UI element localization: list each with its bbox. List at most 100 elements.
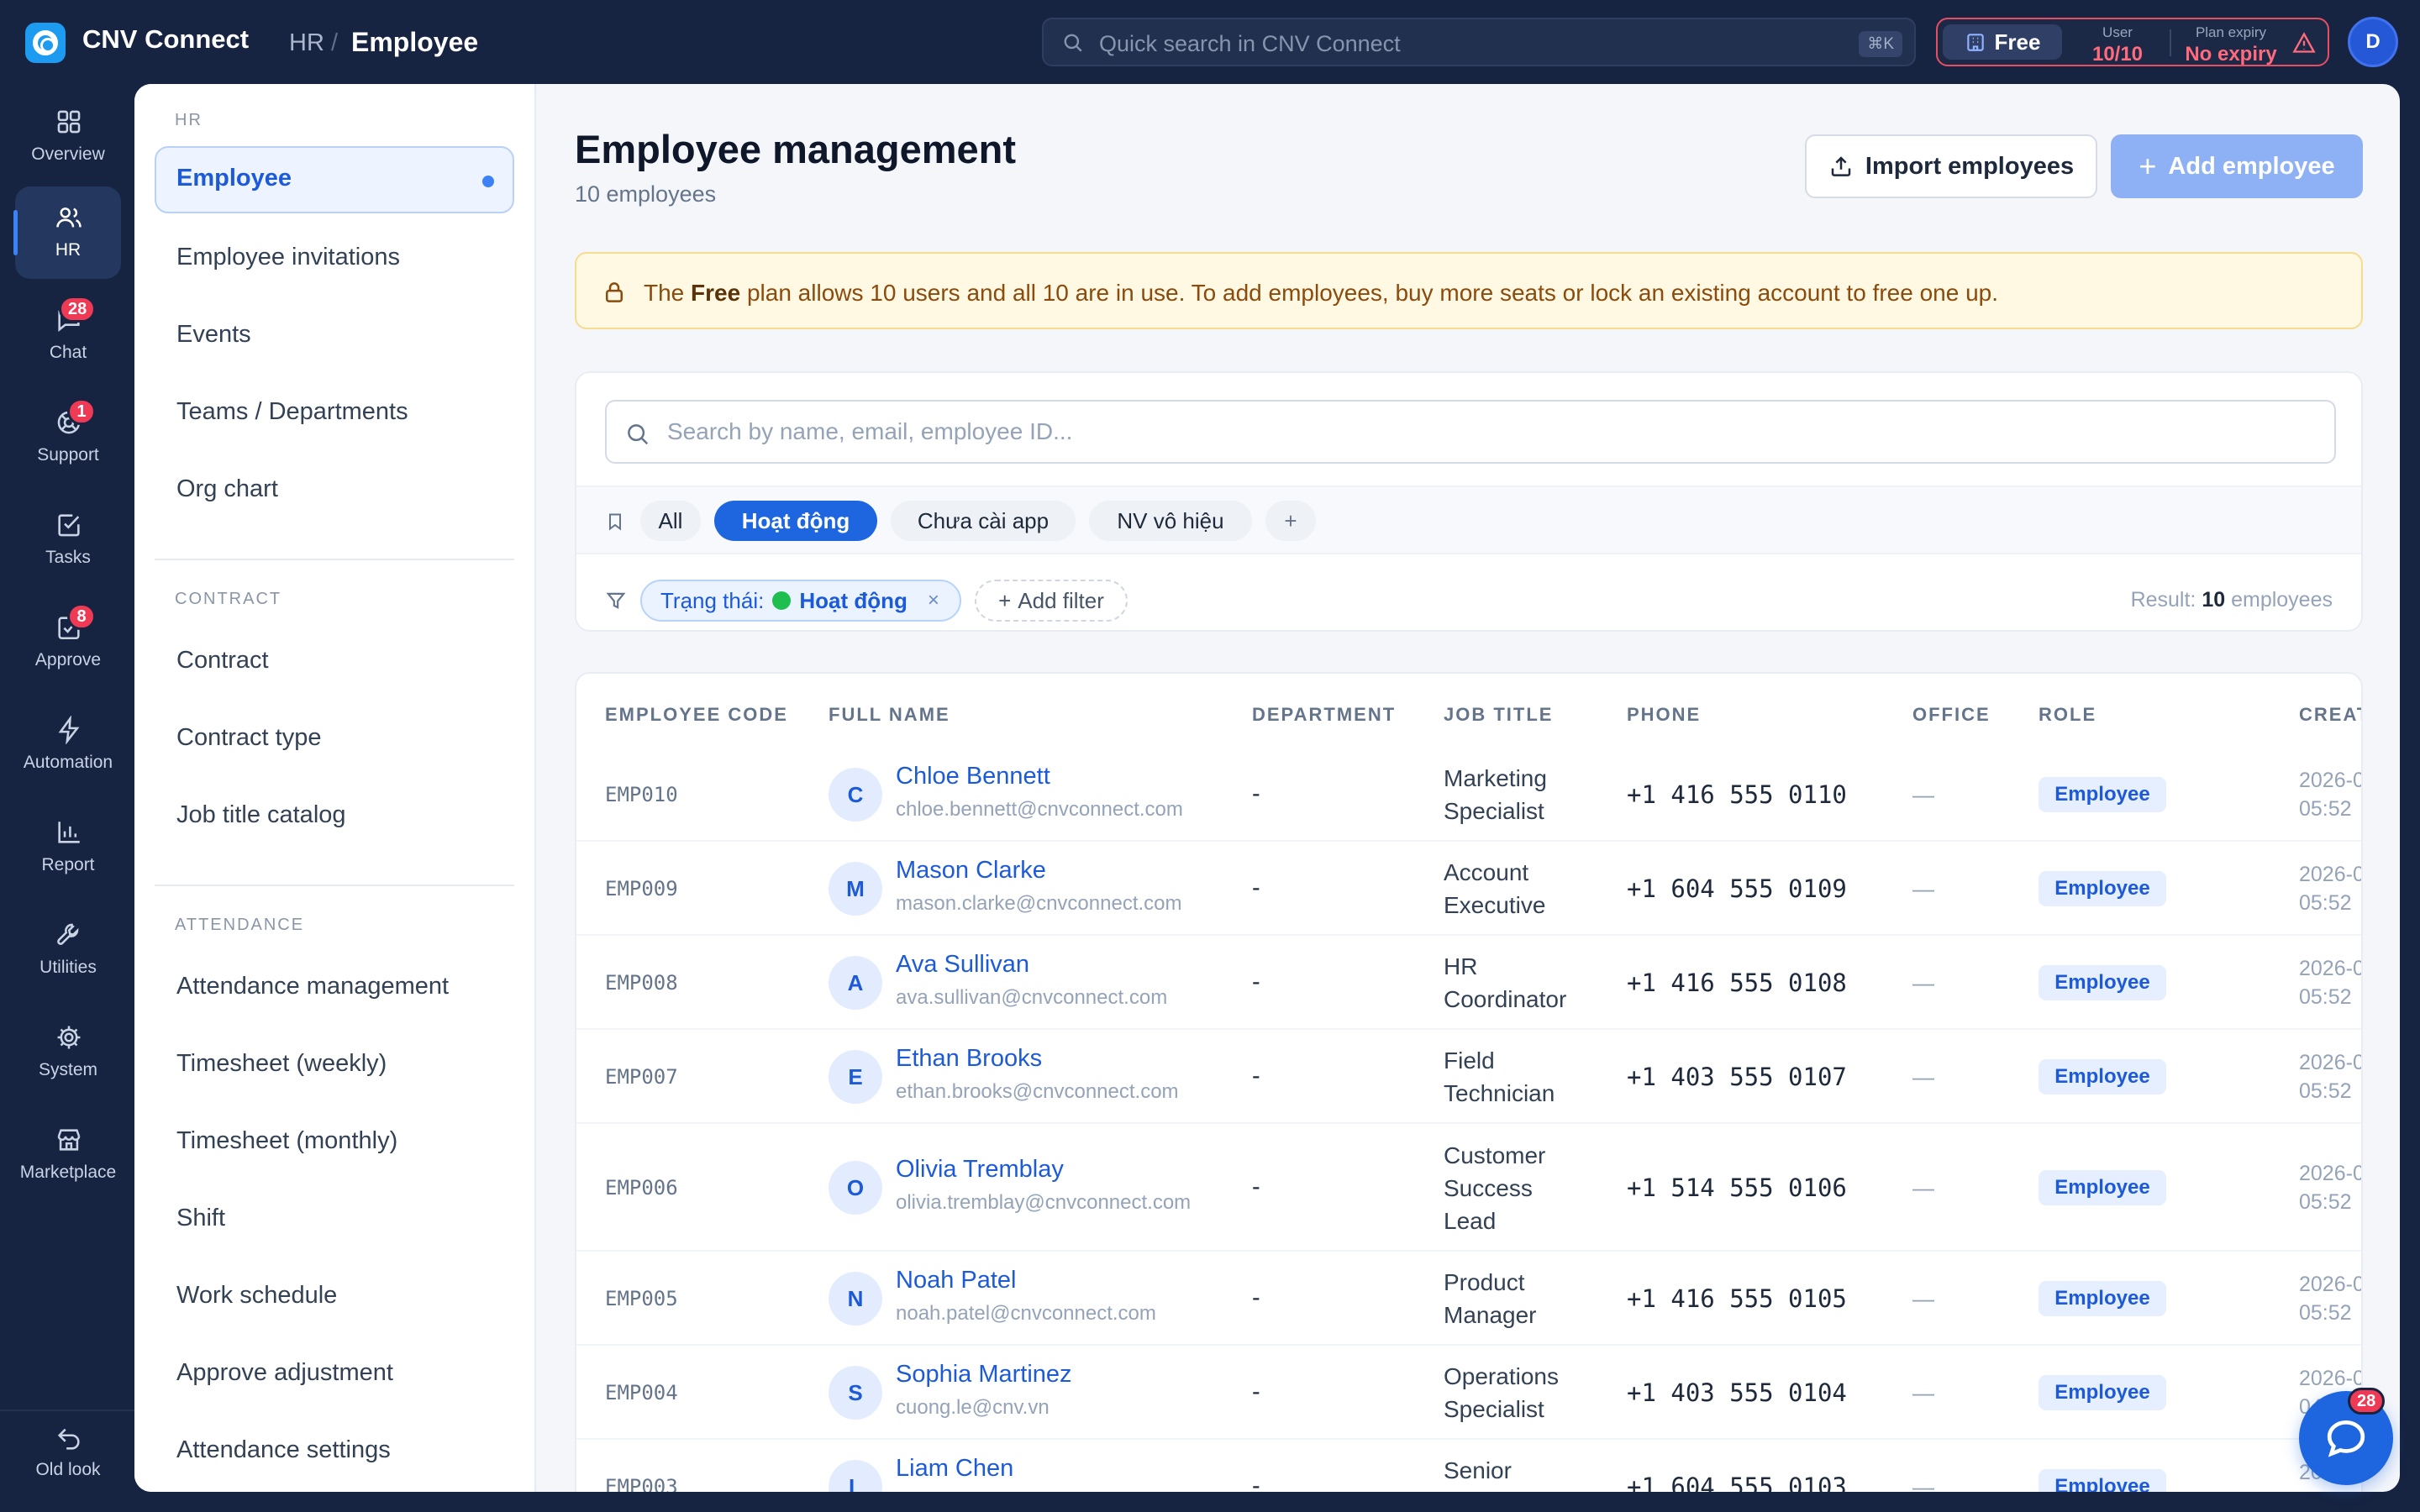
job-title-line: Product bbox=[1444, 1269, 1525, 1295]
status-filter-chip[interactable]: Trạng thái: Hoạt động × bbox=[640, 580, 961, 622]
rail-item-utilities[interactable]: Utilities bbox=[15, 904, 121, 996]
employee-code: EMP006 bbox=[605, 1176, 678, 1200]
employee-name-link[interactable]: Mason Clarke bbox=[896, 857, 1046, 885]
subnav-item-attendance-settings[interactable]: Attendance settings bbox=[155, 1418, 514, 1485]
table-row[interactable]: EMP008 A Ava Sullivan ava.sullivan@cnvconne… bbox=[576, 936, 2361, 1030]
employee-name-link[interactable]: Chloe Bennett bbox=[896, 763, 1050, 790]
table-row[interactable]: EMP005 N Noah Patel noah.patel@cnvconnect.c… bbox=[576, 1252, 2361, 1346]
wrench-icon bbox=[57, 923, 79, 945]
page-title: Employee management bbox=[575, 127, 1017, 171]
employee-name-link[interactable]: Ethan Brooks bbox=[896, 1045, 1042, 1073]
subnav-item-job-title-catalog[interactable]: Job title catalog bbox=[155, 783, 514, 850]
employee-name-link[interactable]: Ava Sullivan bbox=[896, 951, 1029, 979]
table-row[interactable]: EMP007 E Ethan Brooks ethan.brooks@cnvconne… bbox=[576, 1030, 2361, 1124]
col-header-department[interactable]: DEPARTMENT bbox=[1252, 704, 1396, 726]
quick-search-input[interactable]: Quick search in CNV Connect ⌘K bbox=[1042, 18, 1916, 66]
employee-name-link[interactable]: Noah Patel bbox=[896, 1267, 1017, 1294]
subnav-item-shift[interactable]: Shift bbox=[155, 1186, 514, 1253]
employee-department: - bbox=[1252, 1284, 1260, 1311]
employee-search-input[interactable] bbox=[667, 412, 2264, 452]
job-title-line: Developer bbox=[1444, 1487, 1551, 1492]
rail-item-approve[interactable]: 8 Approve bbox=[15, 596, 121, 689]
subnav-item-work-schedule[interactable]: Work schedule bbox=[155, 1263, 514, 1331]
subnav-item-label: Timesheet (monthly) bbox=[176, 1127, 398, 1154]
result-label: Result: bbox=[2130, 588, 2196, 612]
employee-search-field[interactable] bbox=[605, 400, 2336, 464]
subnav-item-timesheet-monthly[interactable]: Timesheet (monthly) bbox=[155, 1109, 514, 1176]
import-employees-button[interactable]: Import employees bbox=[1805, 134, 2097, 198]
employee-name-link[interactable]: Liam Chen bbox=[896, 1455, 1013, 1483]
table-row[interactable]: EMP004 S Sophia Martinez cuong.le@cnv.vn - Op… bbox=[576, 1346, 2361, 1440]
employee-department: - bbox=[1252, 874, 1260, 901]
employee-job-title: Product Manager bbox=[1444, 1266, 1537, 1331]
rail-item-hr[interactable]: HR bbox=[13, 186, 121, 279]
job-title-line: Specialist bbox=[1444, 1396, 1544, 1422]
rail-item-report[interactable]: Report bbox=[15, 801, 121, 894]
role-badge: Employee bbox=[2039, 777, 2166, 812]
tab-nv-vo-hieu[interactable]: NV vô hiệu bbox=[1089, 501, 1252, 541]
table-row[interactable]: EMP006 O Olivia Tremblay olivia.tremblay@cn… bbox=[576, 1124, 2361, 1252]
subnav-item-label: Attendance management bbox=[176, 973, 450, 1000]
subnav-item-attendance-management[interactable]: Attendance management bbox=[155, 954, 514, 1021]
employee-table: EMPLOYEE CODE FULL NAME DEPARTMENT JOB T… bbox=[575, 672, 2363, 1492]
employee-phone: +1 514 555 0106 bbox=[1627, 1173, 1847, 1202]
tab-chua-cai-app[interactable]: Chưa cài app bbox=[891, 501, 1076, 541]
subnav-item-approve-adjustment[interactable]: Approve adjustment bbox=[155, 1341, 514, 1408]
tab-all[interactable]: All bbox=[640, 501, 701, 541]
rail-item-chat[interactable]: 28 Chat bbox=[15, 289, 121, 381]
chat-fab-badge: 28 bbox=[2348, 1388, 2386, 1415]
subnav-item-events[interactable]: Events bbox=[155, 302, 514, 370]
table-row[interactable]: EMP009 M Mason Clarke mason.clarke@cnvconne… bbox=[576, 842, 2361, 936]
col-header-created[interactable]: CREAT bbox=[2299, 704, 2361, 726]
rail-item-old-look[interactable]: Old look bbox=[15, 1416, 121, 1500]
add-tab-button[interactable]: + bbox=[1265, 501, 1316, 541]
subnav-item-label: Timesheet (weekly) bbox=[176, 1050, 387, 1077]
bookmark-icon[interactable] bbox=[605, 511, 625, 533]
employee-created: 2026-0 05:52 bbox=[2299, 954, 2361, 1011]
subnav-item-employee[interactable]: Employee bbox=[155, 146, 514, 213]
col-header-phone[interactable]: PHONE bbox=[1627, 704, 1701, 726]
employee-department: - bbox=[1252, 1473, 1260, 1492]
rail-item-automation[interactable]: Automation bbox=[15, 699, 121, 791]
plan-status[interactable]: Free User 10/10 Plan expiry No expiry bbox=[1936, 18, 2329, 66]
subnav-item-label: Org chart bbox=[176, 475, 278, 502]
subnav-item-org-chart[interactable]: Org chart bbox=[155, 457, 514, 524]
subnav-item-contract-type[interactable]: Contract type bbox=[155, 706, 514, 773]
plan-badge[interactable]: Free bbox=[1943, 24, 2062, 60]
created-time: 05:52 bbox=[2299, 985, 2352, 1009]
col-header-job-title[interactable]: JOB TITLE bbox=[1444, 704, 1553, 726]
rail-item-support[interactable]: 1 Support bbox=[15, 391, 121, 484]
employee-name-link[interactable]: Olivia Tremblay bbox=[896, 1156, 1064, 1184]
subnav-item-teams-departments[interactable]: Teams / Departments bbox=[155, 380, 514, 447]
subnav-item-contract[interactable]: Contract bbox=[155, 628, 514, 696]
filter-funnel-icon bbox=[606, 592, 626, 609]
rail-label: Utilities bbox=[39, 958, 97, 977]
plan-expiry-value: No expiry bbox=[2185, 43, 2277, 66]
add-employee-button[interactable]: + Add employee bbox=[2111, 134, 2363, 198]
tab-hoat-dong[interactable]: Hoạt động bbox=[714, 501, 877, 541]
table-row[interactable]: EMP010 C Chloe Bennett chloe.bennett@cnvcon… bbox=[576, 748, 2361, 842]
col-header-employee-code[interactable]: EMPLOYEE CODE bbox=[605, 704, 788, 726]
app-logo-icon[interactable] bbox=[25, 23, 66, 63]
col-header-office[interactable]: OFFICE bbox=[1912, 704, 1991, 726]
rail-item-tasks[interactable]: Tasks bbox=[15, 494, 121, 586]
subnav-item-timesheet-weekly[interactable]: Timesheet (weekly) bbox=[155, 1032, 514, 1099]
col-header-role[interactable]: ROLE bbox=[2039, 704, 2096, 726]
employee-code: EMP004 bbox=[605, 1381, 678, 1404]
rail-item-overview[interactable]: Overview bbox=[15, 91, 121, 183]
table-row[interactable]: EMP003 L Liam Chen binh.tran@cnv.vn - Senior D… bbox=[576, 1440, 2361, 1492]
user-avatar[interactable]: D bbox=[2348, 17, 2398, 67]
warning-icon bbox=[2292, 32, 2316, 53]
job-title-line: Operations bbox=[1444, 1363, 1559, 1389]
employee-email: olivia.tremblay@cnvconnect.com bbox=[896, 1191, 1192, 1214]
close-icon[interactable]: × bbox=[928, 589, 939, 612]
add-filter-button[interactable]: + Add filter bbox=[975, 580, 1128, 622]
rail-item-system[interactable]: System bbox=[15, 1006, 121, 1099]
result-unit: employees bbox=[2231, 588, 2333, 612]
rail-item-marketplace[interactable]: Marketplace bbox=[15, 1109, 121, 1201]
employee-name-link[interactable]: Sophia Martinez bbox=[896, 1361, 1072, 1389]
breadcrumb-hr[interactable]: HR bbox=[289, 29, 324, 57]
created-time: 05:52 bbox=[2299, 1301, 2352, 1325]
col-header-full-name[interactable]: FULL NAME bbox=[829, 704, 950, 726]
subnav-item-employee-invitations[interactable]: Employee invitations bbox=[155, 225, 514, 292]
